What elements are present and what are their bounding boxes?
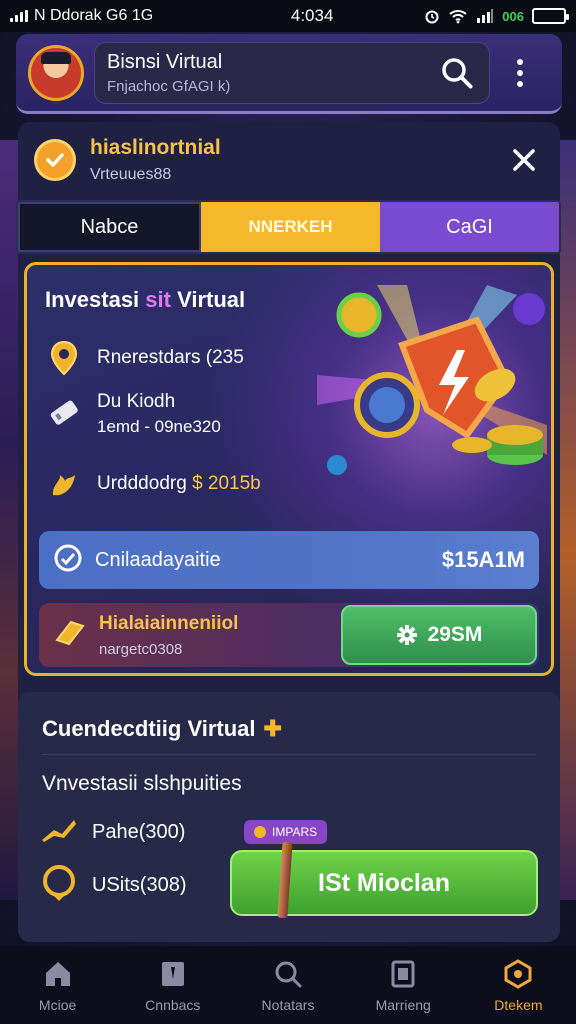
background-left-decoration [0, 140, 18, 900]
lower-row-2-text: USits(308) [92, 874, 187, 896]
lower-row-1-text: Pahe(300) [92, 821, 186, 843]
investment-row-2-text: Du Kiodh 1emd - 09ne320 [97, 391, 221, 437]
bottom-nav: Mcioe Cnnbacs Notatars Marrieng Dtekem [0, 946, 576, 1024]
investment-title: Investasi sit Virtual [45, 287, 246, 312]
nav-label-documents: Marrieng [375, 997, 431, 1013]
tag-icon [254, 826, 266, 838]
notice-banner: hiaslinortnial Vrteuues88 [18, 122, 560, 198]
profit-button[interactable]: 29SM [341, 605, 537, 665]
tab-bar: Nabce NNERKEH CaGI [16, 200, 561, 254]
investment-row-3-text: Urdddodrg $ 2015b [97, 473, 261, 494]
battery-percent: 006 [502, 8, 524, 24]
app-header: Bisnsi Virtual Fnjachoc GfAGI k) [16, 34, 562, 114]
hero-illustration [317, 285, 547, 475]
investment-card: Investasi sit Virtual Rnerestdars (235 D… [24, 262, 554, 676]
lower-row-1: Pahe(300) [40, 816, 185, 849]
tab-nnerkeh[interactable]: NNERKEH [201, 202, 380, 252]
search-box[interactable]: Bisnsi Virtual Fnjachoc GfAGI k) [94, 41, 490, 104]
more-menu-icon[interactable] [500, 42, 540, 104]
cell-signal-icon [477, 9, 494, 23]
sparkle-icon: ✚ [263, 716, 282, 741]
divider [42, 754, 536, 755]
search-icon [271, 957, 305, 991]
balance-value: $15A1M [441, 547, 525, 572]
lower-card-title: Cuendecdtiig Virtual ✚ [42, 716, 282, 741]
lower-card-subtitle: Vnvestasii slshpuities [42, 772, 242, 795]
balance-label: Cnilaadayaitie [95, 548, 221, 571]
main-cta-button[interactable]: ISt Mioclan [230, 850, 538, 916]
checkmark-icon [34, 139, 76, 181]
wallet-icon [156, 957, 190, 991]
header-subtitle: Fnjachoc GfAGI k) [107, 77, 231, 95]
close-icon[interactable] [504, 140, 544, 180]
nav-label-home: Mcioe [38, 997, 77, 1013]
coin-icon [336, 292, 382, 338]
header-title: Bisnsi Virtual [107, 50, 223, 73]
search-icon[interactable] [437, 53, 477, 93]
profit-subtitle: nargetc0308 [99, 640, 183, 658]
nav-item-search[interactable]: Notatars [230, 946, 345, 1024]
wifi-icon [449, 10, 467, 24]
status-left: N Ddorak G6 1G [10, 7, 230, 25]
investment-row-3: Urdddodrg $ 2015b [45, 465, 261, 503]
profit-bar: Hialaiainneniiol nargetc0308 29SM [39, 603, 539, 667]
signal-icon [10, 10, 28, 22]
profit-text: Hialaiainneniiol nargetc0308 [99, 613, 341, 658]
status-bar: N Ddorak G6 1G 4:034 006 [0, 0, 576, 32]
tab-nabce[interactable]: Nabce [18, 202, 201, 252]
nav-label-profile: Dtekem [494, 997, 543, 1013]
badge-icon [513, 293, 545, 325]
chart-up-icon [40, 816, 78, 849]
investment-row-2-title: Du Kiodh [97, 391, 176, 412]
status-right: 006 [424, 8, 569, 24]
nav-item-documents[interactable]: Marrieng [346, 946, 461, 1024]
ticket-icon [45, 395, 83, 433]
flame-icon [45, 465, 83, 503]
tag-badge: IMPARS [244, 820, 328, 844]
document-icon [386, 957, 420, 991]
investment-row-2: Du Kiodh 1emd - 09ne320 [45, 391, 221, 437]
notice-subtitle: Vrteuues88 [90, 166, 172, 183]
lower-card: Cuendecdtiig Virtual ✚ Vnvestasii slshpu… [18, 692, 560, 942]
tab-cagi[interactable]: CaGI [380, 202, 559, 252]
avatar[interactable] [28, 44, 84, 101]
carrier-text: N Ddorak G6 1G [34, 7, 154, 24]
nav-label-wallet: Cnnbacs [145, 997, 201, 1013]
profit-button-label: 29SM [427, 623, 483, 646]
gear-icon [396, 625, 417, 645]
investment-row-1-text: Rnerestdars (235 [97, 347, 244, 368]
nav-item-home[interactable]: Mcioe [0, 946, 115, 1024]
investment-row-3-value: $ 2015b [192, 473, 261, 494]
investment-row-2-sub: 1emd - 09ne320 [97, 417, 221, 436]
tag-badge-label: IMPARS [272, 825, 318, 839]
notice-title: hiaslinortnial [90, 136, 221, 159]
wallet-heart-icon [53, 543, 83, 578]
hexagon-icon [501, 957, 535, 991]
location-icon [40, 864, 78, 907]
nav-item-profile[interactable]: Dtekem [461, 946, 576, 1024]
battery-icon [532, 8, 569, 24]
main-panel: hiaslinortnial Vrteuues88 Nabce NNERKEH … [16, 122, 561, 942]
home-icon [41, 957, 75, 991]
lower-row-2: USits(308) [40, 864, 186, 907]
search-text: Bisnsi Virtual Fnjachoc GfAGI k) [107, 51, 437, 95]
location-pin-icon [45, 339, 83, 377]
alarm-icon [425, 10, 439, 24]
notice-text: hiaslinortnial Vrteuues88 [90, 136, 504, 184]
investment-row-1: Rnerestdars (235 [45, 339, 244, 377]
background-right-decoration [558, 140, 576, 900]
nav-item-wallet[interactable]: Cnnbacs [115, 946, 230, 1024]
profit-title: Hialaiainneniiol [99, 612, 239, 634]
gold-bar-icon [53, 616, 87, 655]
status-time: 4:034 [290, 6, 334, 25]
nav-label-search: Notatars [261, 997, 315, 1013]
balance-bar[interactable]: Cnilaadayaitie $15A1M [39, 531, 539, 589]
